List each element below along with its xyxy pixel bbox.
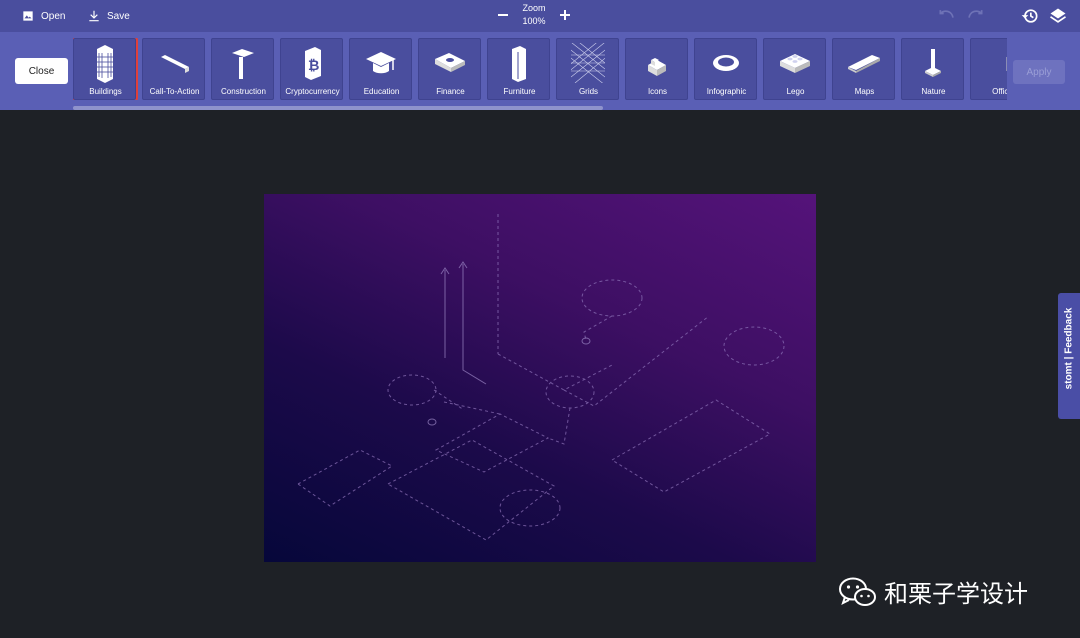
category-label: Construction	[221, 87, 266, 96]
category-label: Lego	[786, 87, 805, 96]
isometric-grid-illustration	[297, 214, 785, 541]
bitcoin-icon: ₿	[305, 47, 321, 80]
office-icon	[1006, 57, 1007, 71]
undo-icon	[939, 10, 954, 18]
zoom-value: 100%	[522, 16, 546, 26]
apply-button[interactable]: Apply	[1013, 60, 1065, 84]
watermark-text: 和栗子学设计	[884, 580, 1028, 608]
category-finance[interactable]: Finance	[418, 38, 481, 100]
feedback-label: stomt | Feedback	[1063, 307, 1075, 390]
zoom-out-button[interactable]	[494, 6, 512, 24]
history-button[interactable]	[1020, 6, 1040, 26]
grid-icon	[571, 43, 605, 83]
category-office[interactable]: Office	[970, 38, 1007, 100]
redo-icon	[968, 10, 983, 18]
category-infographic[interactable]: Infographic	[694, 38, 757, 100]
plus-icon	[560, 10, 570, 20]
category-label: Call-To-Action	[149, 87, 200, 96]
svg-text:₿: ₿	[308, 58, 319, 74]
watermark: 和栗子学设计	[838, 574, 1028, 609]
category-label: Buildings	[89, 87, 122, 96]
canvas-image[interactable]	[264, 194, 816, 562]
zoom-label: Zoom	[522, 3, 546, 13]
category-label: Infographic	[706, 87, 747, 96]
category-construction[interactable]: Construction	[211, 38, 274, 100]
undo-button[interactable]	[937, 6, 957, 26]
category-label: Nature	[921, 87, 946, 96]
category-label: Furniture	[503, 87, 536, 96]
category-label: Maps	[854, 87, 875, 96]
wechat-icon	[839, 577, 876, 606]
category-maps[interactable]: Maps	[832, 38, 895, 100]
close-button[interactable]: Close	[15, 58, 68, 84]
history-icon	[1021, 9, 1038, 23]
open-button[interactable]: Open	[21, 0, 65, 32]
category-furniture[interactable]: Furniture	[487, 38, 550, 100]
zoom-in-button[interactable]	[556, 6, 574, 24]
image-icon	[23, 11, 33, 21]
category-label: Education	[363, 87, 400, 96]
category-nature[interactable]: Nature	[901, 38, 964, 100]
download-icon	[89, 10, 99, 22]
money-icon	[435, 53, 465, 72]
tree-icon	[925, 49, 941, 77]
category-list: Buildings Call-To-Action Construction ₿ …	[73, 38, 1007, 100]
category-buildings[interactable]: Buildings	[73, 38, 138, 100]
category-bar: Close Buildings Call-To-Action Construct…	[0, 32, 1080, 110]
redo-button[interactable]	[965, 6, 985, 26]
category-label: Office	[992, 87, 1007, 96]
cabinet-icon	[512, 46, 526, 82]
ring-icon	[713, 55, 739, 71]
category-label: Grids	[578, 87, 599, 96]
hammer-icon	[232, 49, 254, 79]
category-label: Icons	[647, 87, 668, 96]
lego-brick-icon	[780, 54, 810, 73]
feedback-tab[interactable]: stomt | Feedback	[1058, 293, 1080, 419]
zoom-readout: Zoom 100%	[514, 2, 554, 28]
category-label: Finance	[436, 87, 465, 96]
category-label: Cryptocurrency	[285, 87, 340, 96]
category-icons[interactable]: Icons	[625, 38, 688, 100]
zoom-control: Zoom 100%	[492, 0, 576, 32]
map-tile-icon	[848, 55, 880, 73]
layers-button[interactable]	[1048, 6, 1068, 26]
minus-icon	[498, 14, 508, 16]
top-toolbar: Open Save Zoom 100%	[0, 0, 1080, 32]
category-cryptocurrency[interactable]: ₿ Cryptocurrency	[280, 38, 343, 100]
open-label: Open	[41, 10, 66, 22]
layers-icon	[1050, 8, 1066, 23]
category-lego[interactable]: Lego	[763, 38, 826, 100]
category-grids[interactable]: Grids	[556, 38, 619, 100]
cube-icon	[648, 58, 666, 76]
category-call-to-action[interactable]: Call-To-Action	[142, 38, 205, 100]
building-icon	[97, 45, 113, 83]
category-scrollbar[interactable]	[73, 106, 603, 110]
graduation-cap-icon	[366, 52, 396, 74]
call-to-action-icon	[161, 55, 189, 73]
save-button[interactable]: Save	[87, 0, 130, 32]
category-education[interactable]: Education	[349, 38, 412, 100]
save-label: Save	[107, 10, 130, 22]
